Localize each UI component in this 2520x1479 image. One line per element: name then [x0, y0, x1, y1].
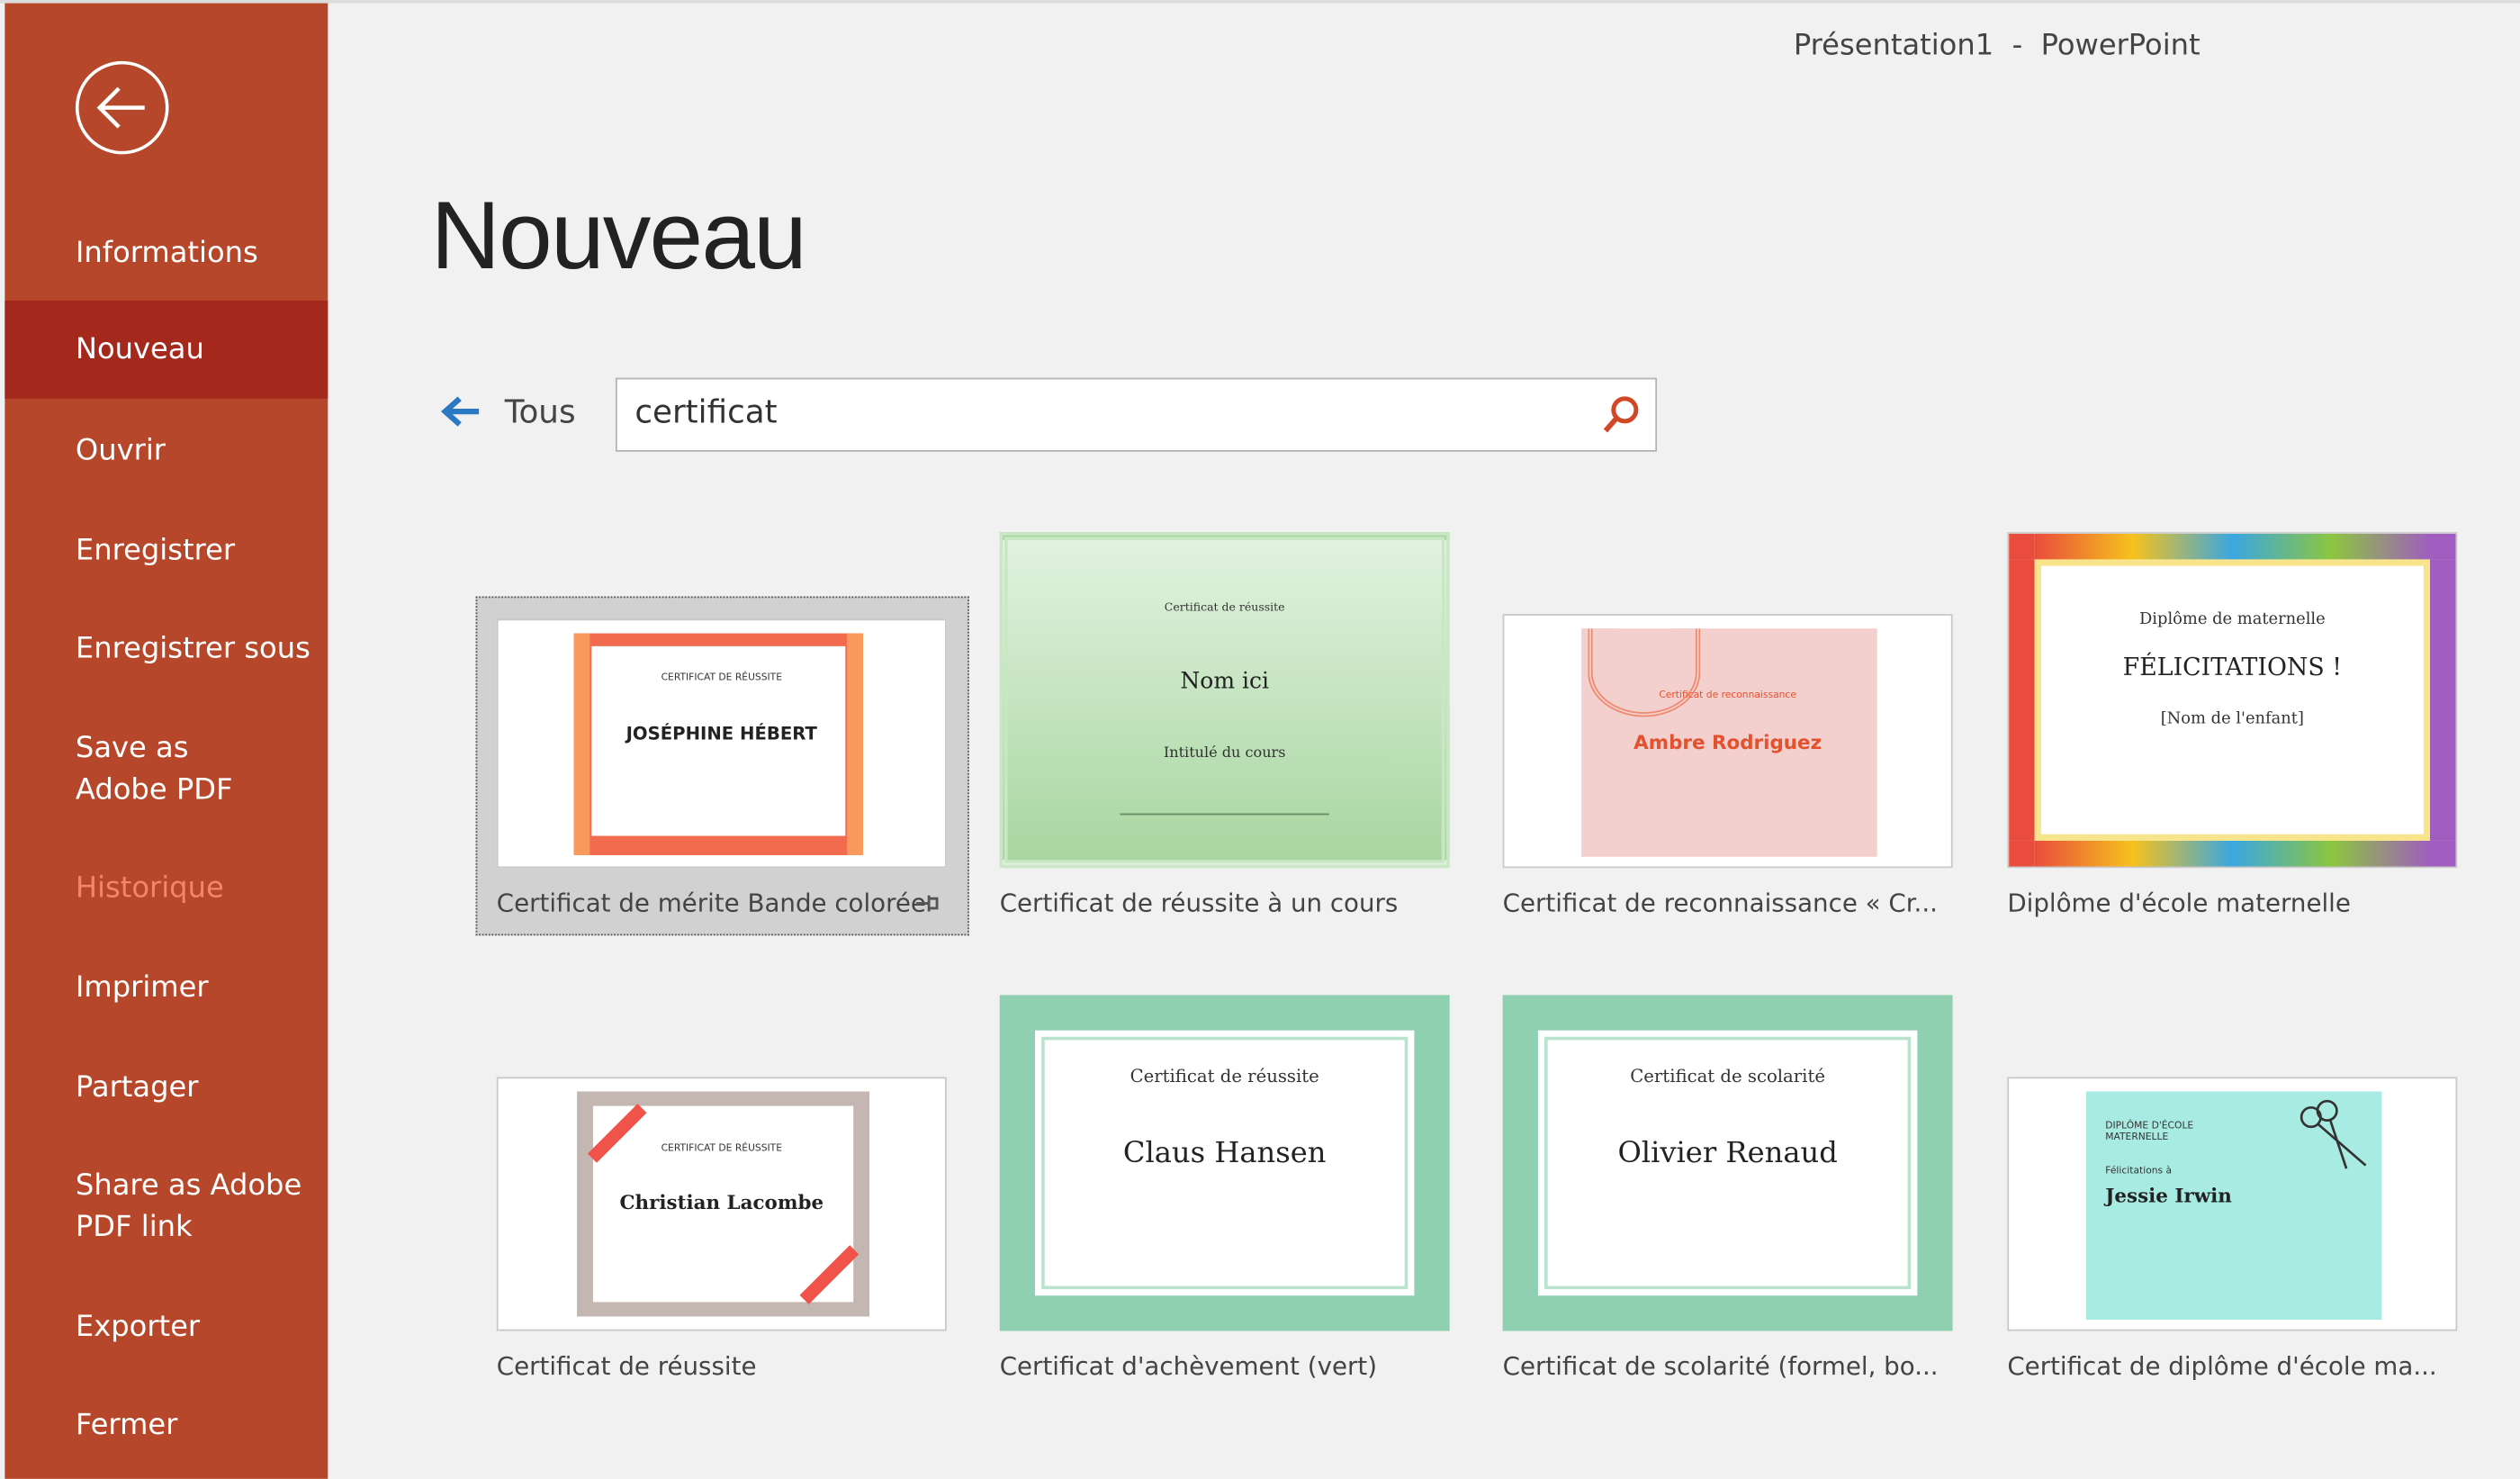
template-label: Certificat de mérite Bande colorée — [496, 888, 926, 918]
template-label: Certificat de reconnaissance « Cr... — [1502, 888, 1938, 918]
nav-historique: Historique — [75, 870, 224, 906]
window-title: Présentation1 - PowerPoint — [1793, 29, 2200, 63]
thumb-text: Nom ici — [1180, 668, 1269, 695]
template-thumbnail[interactable]: Certificat de scolarité Olivier Renaud — [1502, 995, 1953, 1331]
nav-fermer[interactable]: Fermer — [4, 1405, 328, 1447]
scissors-icon — [2300, 1099, 2367, 1169]
nav-save-as-adobe-pdf[interactable]: Save as Adobe PDF — [4, 728, 278, 812]
template-thumbnail[interactable]: Certificat de reconnaissance Ambre Rodri… — [1502, 614, 1953, 869]
arrow-left-icon — [96, 86, 145, 129]
pin-icon[interactable] — [914, 892, 940, 915]
nav-nouveau[interactable]: Nouveau — [4, 300, 328, 399]
page-title: Nouveau — [430, 181, 807, 290]
template-thumbnail[interactable]: Certificat de réussite Claus Hansen — [999, 995, 1450, 1331]
template-label: Certificat de réussite — [496, 1351, 757, 1381]
thumb-text: Certificat de réussite — [1164, 600, 1285, 615]
search-value: certificat — [634, 392, 778, 431]
template-label: Certificat d'achèvement (vert) — [999, 1351, 1378, 1381]
thumb-text: DIPLÔME D'ÉCOLE MATERNELLE — [2105, 1120, 2194, 1143]
nav-enregistrer[interactable]: Enregistrer — [4, 530, 328, 572]
backstage-sidebar: Informations Nouveau Ouvrir Enregistrer … — [4, 3, 328, 1479]
thumb-text: CERTIFICAT DE RÉUSSITE — [661, 672, 782, 683]
back-button[interactable] — [75, 60, 169, 155]
thumb-text: Certificat de réussite — [1130, 1065, 1319, 1087]
thumb-text: [Nom de l'enfant] — [2160, 710, 2304, 728]
thumb-text: FÉLICITATIONS ! — [2122, 652, 2343, 682]
thumb-text: Certificat de scolarité — [1630, 1065, 1825, 1087]
nav-ouvrir[interactable]: Ouvrir — [4, 431, 328, 473]
thumb-text: Intitulé du cours — [1163, 745, 1286, 762]
nav-enregistrer-sous[interactable]: Enregistrer sous — [4, 628, 328, 670]
powerpoint-backstage: Informations Nouveau Ouvrir Enregistrer … — [0, 0, 2520, 1479]
thumb-text: Diplôme de maternelle — [2138, 610, 2326, 629]
thumb-text: JOSÉPHINE HÉBERT — [626, 723, 817, 744]
template-search-input[interactable]: certificat — [615, 377, 1658, 452]
template-label: Certificat de réussite à un cours — [999, 888, 1399, 918]
template-label: Diplôme d'école maternelle — [2007, 888, 2351, 918]
thumb-text: Félicitations à — [2105, 1165, 2173, 1177]
template-label: Certificat de scolarité (formel, bo... — [1502, 1351, 1939, 1381]
thumb-text: Jessie Irwin — [2105, 1185, 2232, 1208]
arrow-left-icon — [440, 396, 480, 427]
template-thumbnail[interactable]: CERTIFICAT DE RÉUSSITE Christian Lacombe — [496, 1077, 947, 1331]
template-thumbnail[interactable]: CERTIFICAT DE RÉUSSITE JOSÉPHINE HÉBERT — [496, 618, 947, 869]
thumb-text: Olivier Renaud — [1617, 1136, 1838, 1170]
thumb-text: Christian Lacombe — [619, 1191, 824, 1214]
back-to-all-button[interactable]: Tous — [440, 392, 576, 431]
nav-informations[interactable]: Informations — [4, 233, 328, 275]
nav-partager[interactable]: Partager — [4, 1068, 328, 1109]
nav-exporter[interactable]: Exporter — [4, 1307, 328, 1348]
nav-share-as-adobe-pdf-link[interactable]: Share as Adobe PDF link — [4, 1166, 310, 1249]
back-label: Tous — [504, 392, 576, 431]
template-label: Certificat de diplôme d'école ma... — [2007, 1351, 2437, 1381]
template-thumbnail[interactable]: Certificat de réussite Nom ici Intitulé … — [999, 532, 1450, 869]
thumb-text: Ambre Rodriguez — [1634, 731, 1822, 754]
nav-imprimer[interactable]: Imprimer — [4, 968, 328, 1009]
template-thumbnail[interactable]: Diplôme de maternelle FÉLICITATIONS ! [N… — [2007, 532, 2458, 869]
thumb-text: Certificat de reconnaissance — [1659, 690, 1796, 701]
search-icon[interactable] — [1601, 393, 1642, 435]
thumb-text: Claus Hansen — [1122, 1136, 1327, 1170]
thumb-text: CERTIFICAT DE RÉUSSITE — [661, 1142, 782, 1155]
template-thumbnail[interactable]: DIPLÔME D'ÉCOLE MATERNELLE Félicitations… — [2007, 1077, 2458, 1331]
